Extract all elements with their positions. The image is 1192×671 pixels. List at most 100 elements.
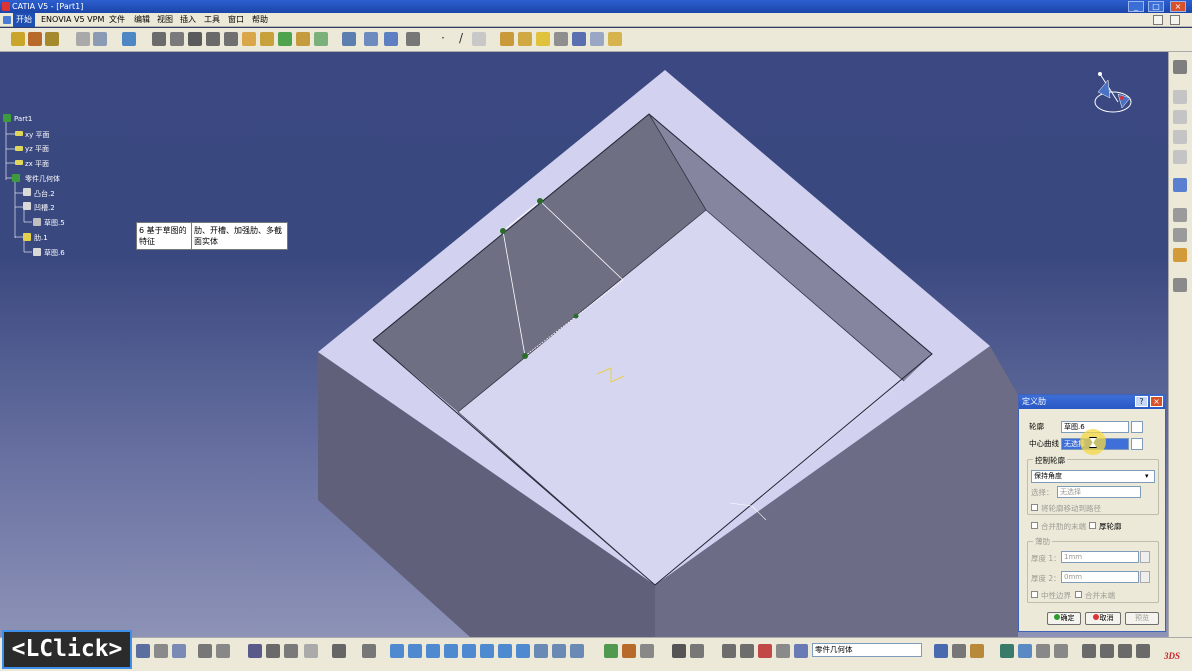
tree-root[interactable]: Part1 [14,115,32,123]
measure-icon[interactable] [1173,208,1187,222]
add-boolean-icon[interactable] [500,32,514,46]
control-option-dropdown[interactable]: 保持角度 [1031,470,1155,483]
restore-doc-button[interactable] [1153,15,1163,25]
thickness2-spinner-icon[interactable] [1140,571,1150,583]
pattern-icon[interactable] [384,32,398,46]
split-icon[interactable] [278,32,292,46]
thickness1-field[interactable]: 1mm [1061,551,1139,563]
thick-surface-icon[interactable] [296,32,310,46]
normal-view-icon[interactable] [498,644,512,658]
groove-icon[interactable] [1173,150,1187,164]
snap-icon[interactable] [1100,644,1114,658]
intersect-icon[interactable] [536,32,550,46]
fit-all-icon[interactable] [408,644,422,658]
maximize-button[interactable]: □ [1148,1,1164,12]
apply-material-icon[interactable] [608,32,622,46]
quick-select-icon[interactable] [952,644,966,658]
remove-lump-icon[interactable] [572,32,586,46]
vpm-icon[interactable] [1054,644,1068,658]
remove-face-icon[interactable] [260,32,274,46]
dialog-close-button[interactable]: × [1150,396,1163,407]
dialog-help-button[interactable]: ? [1135,396,1148,407]
remove-boolean-icon[interactable] [518,32,532,46]
tree-item-sketch-6[interactable]: 草图.6 [44,248,65,258]
draft-analysis-icon[interactable] [622,644,636,658]
sketcher-icon[interactable] [1118,644,1132,658]
web-icon[interactable] [1018,644,1032,658]
table-icon[interactable] [248,644,262,658]
curve-edit-icon[interactable] [1131,438,1143,450]
select-icon[interactable] [1173,178,1187,192]
positioned-sketch-icon[interactable] [93,32,107,46]
preview-button[interactable]: 预览 [1125,612,1159,625]
dropdown-arrow-icon[interactable]: ▾ [1145,472,1149,480]
tree-item-sketch-5[interactable]: 草图.5 [44,218,65,228]
thread-icon[interactable] [242,32,256,46]
line-icon[interactable]: / [454,32,468,46]
menu-insert[interactable]: 插入 [177,13,199,27]
knowledge-icon[interactable] [266,644,280,658]
analysis-icon[interactable] [604,644,618,658]
draft-icon[interactable] [188,32,202,46]
update-icon[interactable] [672,644,686,658]
menu-tools[interactable]: 工具 [201,13,223,27]
comment-icon[interactable] [216,644,230,658]
paint-icon[interactable] [970,644,984,658]
thickness-icon[interactable] [224,32,238,46]
sketch-edit-icon[interactable] [1131,421,1143,433]
layer-icon[interactable] [776,644,790,658]
tree-item-yz-plane[interactable]: yz 平面 [25,144,49,154]
shell-icon[interactable] [206,32,220,46]
merge-ends-thin-checkbox[interactable] [1075,591,1082,598]
graph-icon[interactable] [794,644,808,658]
tree-item-rib[interactable]: 肋.1 [34,233,48,243]
curvature-icon[interactable] [640,644,654,658]
swap-space-icon[interactable] [570,644,584,658]
fillet-icon[interactable] [152,32,166,46]
menu-file[interactable]: 文件 [106,13,128,27]
close-button[interactable]: × [1170,1,1186,12]
generative-icon[interactable] [1000,644,1014,658]
menu-enovia[interactable]: ENOVIA V5 VPM [38,13,107,27]
thickness1-spinner-icon[interactable] [1140,551,1150,563]
hole-icon[interactable] [1173,130,1187,144]
tree-item-pocket[interactable]: 凹槽.2 [34,203,55,213]
close-doc-button[interactable] [1170,15,1180,25]
menu-edit[interactable]: 编辑 [131,13,153,27]
sketch-icon[interactable] [76,32,90,46]
print-icon[interactable] [332,644,346,658]
cancel-button[interactable]: 取消 [1085,612,1121,625]
mirror-icon[interactable] [364,32,378,46]
3d-viewport[interactable] [0,52,1168,637]
iso-view-icon[interactable] [516,644,530,658]
menu-view[interactable]: 视图 [154,13,176,27]
menu-start[interactable]: 开始 [13,13,35,27]
measure-between-icon[interactable] [740,644,754,658]
current-body-selector[interactable]: 零件几何体 [812,643,922,657]
compass-icon[interactable] [1088,68,1138,118]
help-icon[interactable] [172,644,186,658]
merge-ends-checkbox[interactable] [1031,522,1038,529]
minimize-button[interactable]: _ [1128,1,1144,12]
thickness2-field[interactable]: 0mm [1061,571,1139,583]
tree-item-part-body[interactable]: 零件几何体 [25,174,60,184]
dimension-icon[interactable] [1173,110,1187,124]
translate-icon[interactable] [342,32,356,46]
manual-update-icon[interactable] [690,644,704,658]
zoom-out-icon[interactable] [480,644,494,658]
point-icon[interactable]: · [436,32,450,46]
constraint-icon[interactable] [1173,90,1187,104]
thick-profile-checkbox[interactable] [1089,522,1096,529]
pocket-icon[interactable] [28,32,42,46]
ortho-icon[interactable] [1136,644,1150,658]
rotate-icon[interactable] [444,644,458,658]
pan-icon[interactable] [426,644,440,658]
scale-icon[interactable] [406,32,420,46]
capture-icon[interactable] [362,644,376,658]
collaboration-icon[interactable] [1036,644,1050,658]
union-trim-icon[interactable] [554,32,568,46]
neutral-fiber-checkbox[interactable] [1031,591,1038,598]
axis-system-icon[interactable] [590,32,604,46]
menu-help[interactable]: 帮助 [249,13,271,27]
menu-window[interactable]: 窗口 [225,13,247,27]
